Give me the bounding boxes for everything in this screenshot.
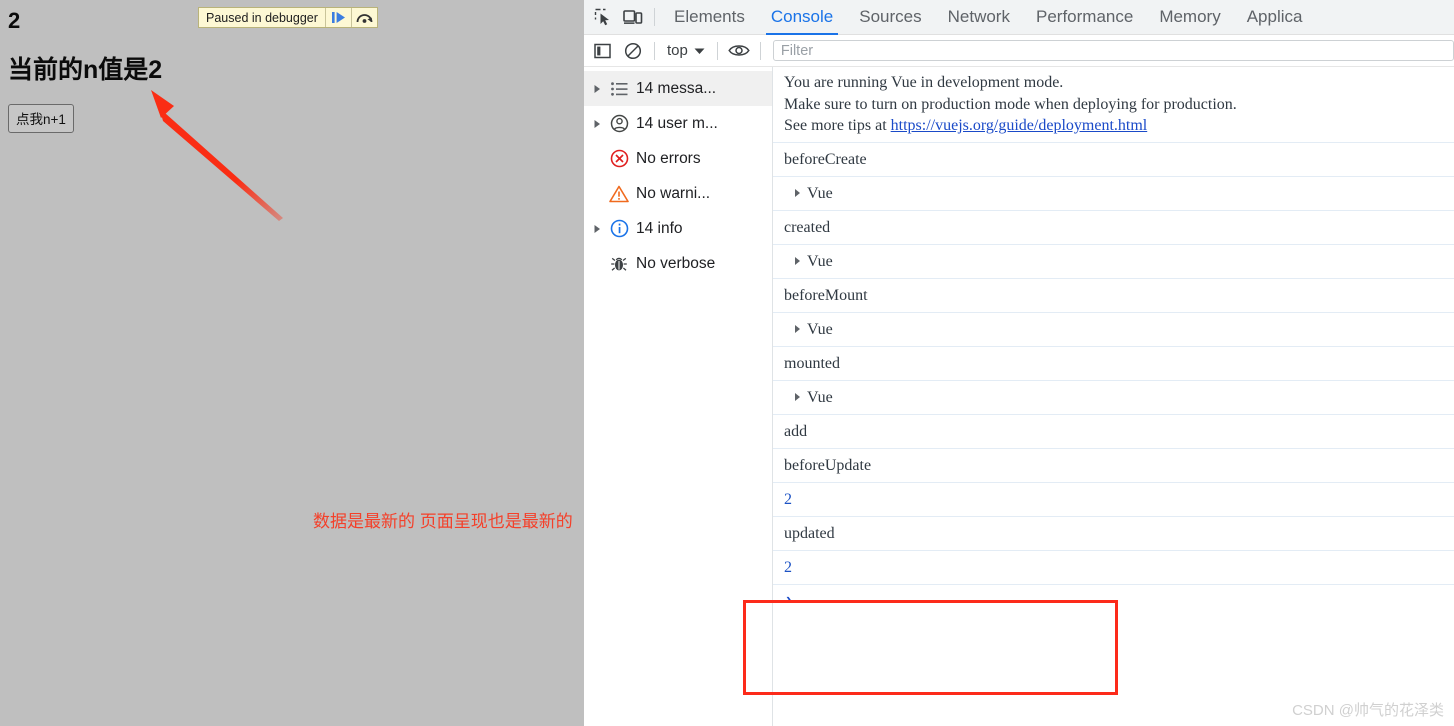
screenshot-root: 2 当前的n值是2 点我n+1 Paused in debugger 数据是最新… xyxy=(0,0,1454,726)
console-message-object[interactable]: Vue xyxy=(773,381,1454,415)
sidebar-item-info[interactable]: 14 info xyxy=(584,211,772,246)
tab-performance[interactable]: Performance xyxy=(1023,0,1146,35)
inspect-element-icon[interactable] xyxy=(588,2,618,32)
tab-elements[interactable]: Elements xyxy=(661,0,758,35)
console-message-object[interactable]: Vue xyxy=(773,245,1454,279)
console-message-updated: updated xyxy=(773,517,1454,551)
expand-triangle-icon[interactable] xyxy=(588,224,606,234)
sidebar-item-user-messages[interactable]: 14 user m... xyxy=(584,106,772,141)
console-message-number: 2 xyxy=(773,483,1454,517)
console-prompt-caret-icon: › xyxy=(786,590,792,608)
csdn-watermark: CSDN @帅气的花泽类 xyxy=(1292,702,1444,719)
sidebar-item-messages[interactable]: 14 messa... xyxy=(584,71,772,106)
tab-console[interactable]: Console xyxy=(758,0,846,35)
console-toolbar: top xyxy=(584,35,1454,67)
vue-devmode-line3-prefix: See more tips at xyxy=(784,117,891,134)
tabbar-divider xyxy=(654,8,655,26)
expand-triangle-icon[interactable] xyxy=(795,256,800,265)
step-over-icon[interactable] xyxy=(350,8,377,27)
console-message-created: created xyxy=(773,211,1454,245)
expand-triangle-icon[interactable] xyxy=(588,84,606,94)
execution-context-label: top xyxy=(667,42,688,59)
tab-application[interactable]: Applica xyxy=(1234,0,1316,35)
expand-triangle-icon[interactable] xyxy=(588,119,606,129)
device-toolbar-icon[interactable] xyxy=(618,2,648,32)
sidebar-item-warnings[interactable]: No warni... xyxy=(584,176,772,211)
info-icon xyxy=(606,219,632,238)
page-annotation-text: 数据是最新的 页面呈现也是最新的 xyxy=(313,512,573,531)
eye-icon[interactable] xyxy=(724,36,754,66)
console-message-beforeCreate: beforeCreate xyxy=(773,143,1454,177)
console-message-object[interactable]: Vue xyxy=(773,177,1454,211)
page-heading: 当前的n值是2 xyxy=(8,56,163,84)
increment-button[interactable]: 点我n+1 xyxy=(8,104,74,133)
sidebar-item-label: 14 messa... xyxy=(636,79,717,97)
console-message-vue-devmode: You are running Vue in development mode.… xyxy=(773,67,1454,143)
sidebar-item-errors[interactable]: No errors xyxy=(584,141,772,176)
vue-devmode-line1: You are running Vue in development mode. xyxy=(784,74,1064,91)
vue-devmode-line2: Make sure to turn on production mode whe… xyxy=(784,95,1237,113)
object-name: Vue xyxy=(807,252,833,270)
toolbar-divider-2 xyxy=(716,41,718,60)
warning-icon xyxy=(606,185,632,203)
sidebar-item-label: No errors xyxy=(636,149,701,167)
paused-in-debugger-bar: Paused in debugger xyxy=(198,7,378,28)
expand-triangle-icon[interactable] xyxy=(795,188,800,197)
console-message-object[interactable]: Vue xyxy=(773,313,1454,347)
page-n-value: 2 xyxy=(8,8,21,33)
console-message-beforeMount: beforeMount xyxy=(773,279,1454,313)
paused-in-debugger-label: Paused in debugger xyxy=(206,10,318,25)
chevron-down-icon xyxy=(694,48,705,54)
sidebar-item-verbose[interactable]: No verbose xyxy=(584,246,772,281)
devtools-panel: Elements Console Sources Network Perform… xyxy=(584,0,1454,726)
console-message-add: add xyxy=(773,415,1454,449)
console-filter-input[interactable] xyxy=(772,40,1454,61)
devtools-tabbar: Elements Console Sources Network Perform… xyxy=(584,0,1454,35)
tab-memory[interactable]: Memory xyxy=(1146,0,1233,35)
toolbar-divider-1 xyxy=(654,41,655,60)
resume-script-icon[interactable] xyxy=(324,8,351,27)
sidebar-item-label: 14 info xyxy=(636,219,683,237)
user-icon xyxy=(606,114,632,133)
vue-deployment-link[interactable]: https://vuejs.org/guide/deployment.html xyxy=(891,117,1148,134)
tab-sources[interactable]: Sources xyxy=(846,0,934,35)
object-name: Vue xyxy=(807,320,833,338)
sidebar-item-label: 14 user m... xyxy=(636,114,718,132)
console-message-mounted: mounted xyxy=(773,347,1454,381)
console-body: 14 messa... 14 user m... No errors No wa… xyxy=(584,67,1454,726)
rendered-page-pane: 2 当前的n值是2 点我n+1 Paused in debugger xyxy=(0,0,584,726)
expand-triangle-icon[interactable] xyxy=(795,324,800,333)
console-sidebar: 14 messa... 14 user m... No errors No wa… xyxy=(584,67,773,726)
expand-triangle-icon[interactable] xyxy=(795,392,800,401)
list-icon xyxy=(606,81,632,96)
object-name: Vue xyxy=(807,184,833,202)
red-annotation-arrow xyxy=(151,90,283,221)
execution-context-select[interactable]: top xyxy=(661,42,711,59)
object-name: Vue xyxy=(807,388,833,406)
tab-network[interactable]: Network xyxy=(935,0,1023,35)
error-icon xyxy=(606,149,632,168)
console-message-beforeUpdate: beforeUpdate xyxy=(773,449,1454,483)
console-prompt-row[interactable]: › xyxy=(773,585,1454,622)
show-console-sidebar-icon[interactable] xyxy=(588,36,618,66)
verbose-bug-icon xyxy=(606,255,632,273)
sidebar-item-label: No verbose xyxy=(636,254,716,272)
console-message-list: You are running Vue in development mode.… xyxy=(773,67,1454,726)
clear-console-icon[interactable] xyxy=(618,36,648,66)
toolbar-divider-3 xyxy=(759,41,761,60)
console-message-number: 2 xyxy=(773,551,1454,585)
sidebar-item-label: No warni... xyxy=(636,184,711,202)
